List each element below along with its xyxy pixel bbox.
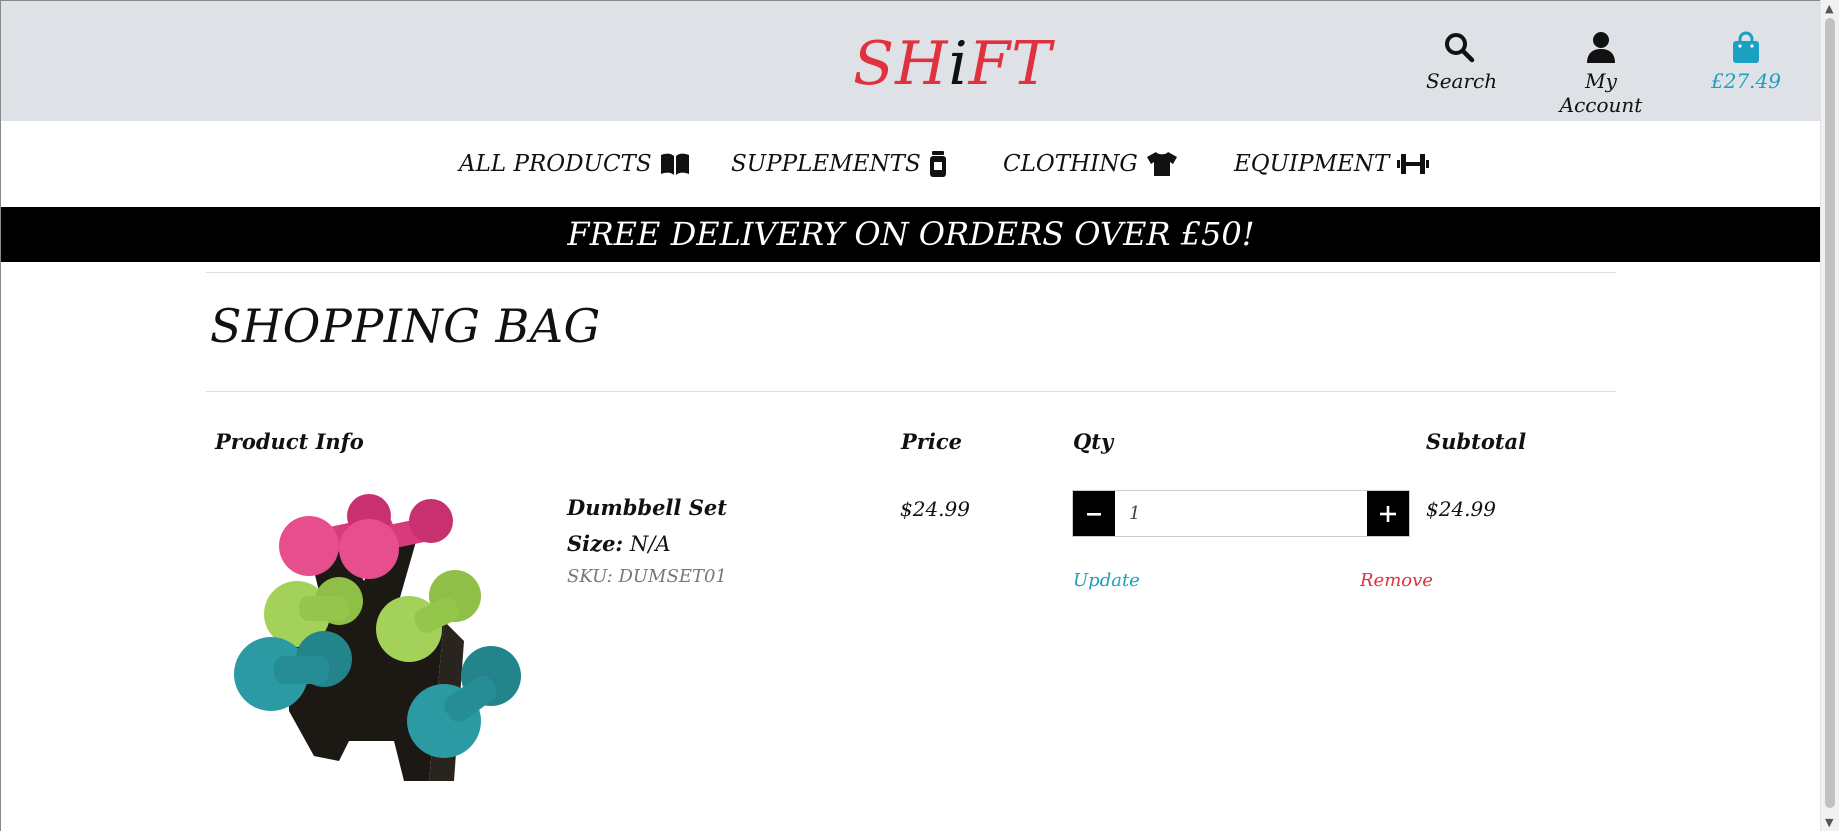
page-title: SHOPPING BAG — [210, 299, 601, 353]
my-account-link[interactable]: My Account — [1546, 31, 1656, 117]
top-header: SHiFT Search My Account £27.49 — [1, 1, 1821, 121]
site-logo[interactable]: SHiFT — [853, 29, 1052, 99]
free-delivery-banner: FREE DELIVERY ON ORDERS OVER £50! — [1, 207, 1821, 262]
nav-supplements[interactable]: SUPPLEMENTS — [731, 151, 947, 177]
decrement-button[interactable] — [1073, 491, 1115, 536]
search-link[interactable]: Search — [1426, 31, 1497, 93]
product-price: $24.99 — [900, 497, 970, 521]
minus-icon — [1087, 512, 1101, 516]
size-label: Size: — [567, 531, 624, 556]
my-account-label: My Account — [1559, 69, 1643, 117]
nav-label: EQUIPMENT — [1234, 151, 1390, 177]
tshirt-icon — [1146, 152, 1177, 176]
category-nav: ALL PRODUCTS SUPPLEMENTS CLOTHING EQUIPM… — [1, 121, 1821, 207]
book-open-icon — [660, 153, 689, 175]
plus-icon — [1380, 505, 1396, 522]
page: SHiFT Search My Account £27.49 ALL PRODU… — [0, 0, 1821, 831]
product-subtotal: $24.99 — [1426, 497, 1496, 521]
update-link[interactable]: Update — [1073, 570, 1140, 591]
bag-total: £27.49 — [1711, 69, 1781, 93]
quantity-input[interactable] — [1115, 491, 1367, 536]
increment-button[interactable] — [1367, 491, 1409, 536]
column-header-price: Price — [901, 429, 962, 454]
nav-label: SUPPLEMENTS — [731, 151, 921, 177]
shopping-bag-link[interactable]: £27.49 — [1706, 31, 1786, 93]
scrollbar-thumb[interactable] — [1825, 18, 1835, 808]
remove-link[interactable]: Remove — [1360, 570, 1433, 591]
product-image-dumbbell-set — [234, 494, 521, 781]
product-sku: SKU: DUMSET01 — [567, 566, 727, 587]
nav-label: CLOTHING — [1003, 151, 1138, 177]
shopping-bag-icon — [1733, 31, 1759, 63]
user-icon — [1587, 32, 1615, 63]
column-header-product-info: Product Info — [215, 429, 364, 454]
search-label: Search — [1426, 69, 1498, 93]
nav-label: ALL PRODUCTS — [459, 151, 652, 177]
dumbbell-icon — [1397, 154, 1430, 174]
divider — [206, 391, 1616, 392]
search-icon — [1444, 33, 1474, 63]
product-name[interactable]: Dumbbell Set — [567, 495, 727, 520]
supplement-jar-icon — [929, 151, 946, 177]
nav-equipment[interactable]: EQUIPMENT — [1234, 151, 1430, 177]
scroll-down-arrow-icon[interactable]: ▼ — [1825, 816, 1833, 829]
quantity-stepper — [1072, 490, 1410, 537]
scroll-up-arrow-icon[interactable]: ▲ — [1825, 2, 1833, 15]
size-value: N/A — [629, 532, 671, 556]
nav-clothing[interactable]: CLOTHING — [1003, 151, 1178, 177]
vertical-scrollbar[interactable]: ▲ ▼ — [1820, 0, 1839, 831]
nav-all-products[interactable]: ALL PRODUCTS — [459, 151, 690, 177]
column-header-subtotal: Subtotal — [1426, 429, 1527, 454]
product-size: Size: N/A — [567, 531, 671, 556]
divider — [206, 272, 1616, 273]
column-header-qty: Qty — [1073, 429, 1114, 454]
